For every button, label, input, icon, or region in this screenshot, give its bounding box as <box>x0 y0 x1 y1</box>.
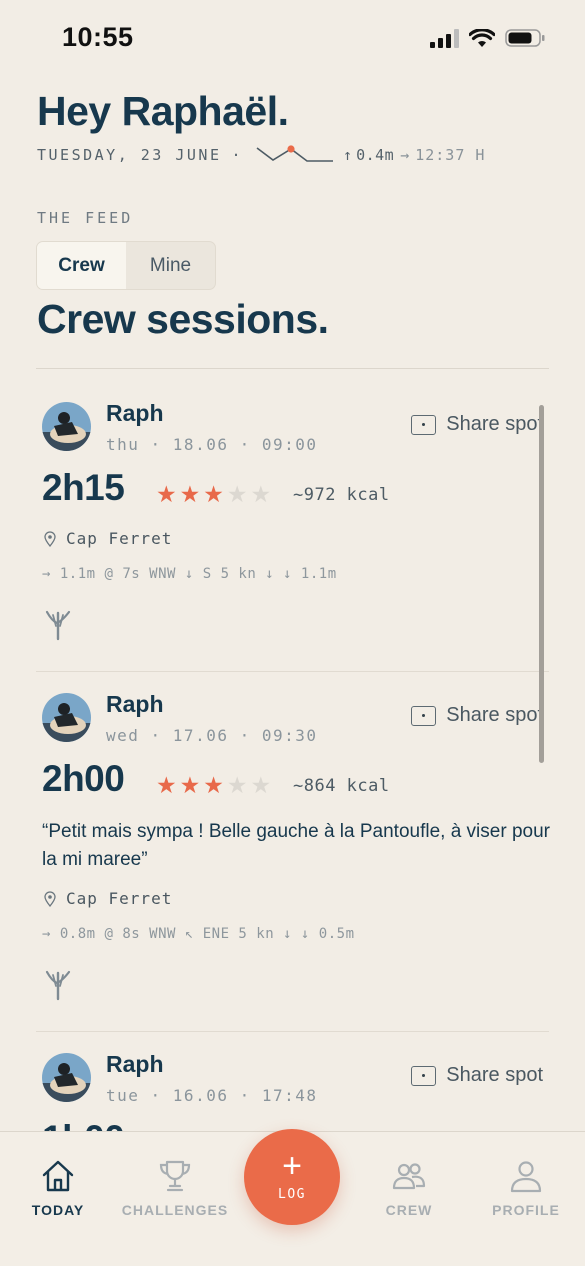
status-bar: 10:55 <box>0 0 585 80</box>
star-icon: ★ <box>179 772 201 798</box>
star-icon: ★ <box>203 481 224 507</box>
share-spot-label: Share spot <box>446 1064 543 1086</box>
tide-arrow-up: ↑ <box>343 146 353 164</box>
share-spot-button[interactable]: Share spot <box>411 704 543 727</box>
map-pin-box-icon <box>411 414 437 435</box>
wifi-icon <box>469 28 495 47</box>
tab-label: CREW <box>385 1202 433 1218</box>
tab-label: TODAY <box>31 1202 85 1218</box>
location-name: Cap Ferret <box>66 529 173 548</box>
date-text: TUESDAY, 23 JUNE <box>37 146 222 164</box>
signal-icon <box>430 28 459 48</box>
session-duration: 2h15 <box>42 467 125 508</box>
session-datetime: wed · 17.06 · 09:30 <box>106 726 318 745</box>
avatar[interactable] <box>42 402 91 451</box>
share-spot-button[interactable]: Share spot <box>411 413 543 436</box>
username[interactable]: Raph <box>106 1051 164 1078</box>
star-icon: ★ <box>250 481 272 507</box>
tide-height: 0.4m <box>356 146 395 164</box>
calories: ~864 kcal <box>293 776 390 796</box>
tab-mine[interactable]: Mine <box>126 242 215 289</box>
conditions: → 1.1m @ 7s WNW ↓ S 5 kn ↓ ↓ 1.1m <box>42 566 337 582</box>
home-icon <box>42 1160 74 1192</box>
map-pin-box-icon <box>411 1065 437 1086</box>
avatar[interactable] <box>42 693 91 742</box>
session-note: “Petit mais sympa ! Belle gauche à la Pa… <box>42 821 550 870</box>
star-icon: ★ <box>179 481 201 507</box>
log-session-button[interactable]: + LOG <box>244 1129 340 1225</box>
tide-time: 12:37 H <box>415 146 486 164</box>
separator: · <box>231 146 244 164</box>
tab-crew-nav[interactable]: CREW <box>354 1158 464 1218</box>
star-icon: ★ <box>156 772 177 798</box>
log-label: LOG <box>278 1187 306 1202</box>
share-spot-button[interactable]: Share spot <box>411 1064 543 1087</box>
share-spot-label: Share spot <box>446 704 543 726</box>
tab-challenges[interactable]: CHALLENGES <box>120 1158 230 1218</box>
star-icon: ★ <box>203 772 224 798</box>
share-spot-label: Share spot <box>446 413 543 435</box>
avatar[interactable] <box>42 1053 91 1102</box>
greeting-title: Hey Raphaël. <box>37 88 289 134</box>
date-tide-line: TUESDAY, 23 JUNE · ↑ 0.4m → 12:37 H <box>37 144 485 166</box>
username[interactable]: Raph <box>106 400 164 427</box>
battery-icon <box>505 29 545 47</box>
session-datetime: tue · 16.06 · 17:48 <box>106 1086 318 1105</box>
star-icon: ★ <box>156 481 177 507</box>
feed-segmented-control: Crew Mine <box>36 241 216 290</box>
star-icon: ★ <box>226 481 248 507</box>
session-duration: 1h00 <box>42 1118 125 1131</box>
session-datetime: thu · 18.06 · 09:00 <box>106 435 318 454</box>
location-pin-icon <box>44 890 56 907</box>
map-pin-box-icon <box>411 705 437 726</box>
conditions: → 0.8m @ 8s WNW ↖ ENE 5 kn ↓ ↓ 0.5m <box>42 926 355 942</box>
tab-label: PROFILE <box>492 1202 560 1218</box>
star-icon: ★ <box>250 772 272 798</box>
tide-curve-icon <box>256 145 334 162</box>
status-time: 10:55 <box>62 22 134 52</box>
surfboard-fin-icon <box>45 610 71 641</box>
star-icon: ★ <box>226 772 248 798</box>
calories: ~972 kcal <box>293 485 390 505</box>
trophy-icon <box>159 1160 191 1192</box>
location: Cap Ferret <box>44 529 172 548</box>
surfboard-fin-icon <box>45 970 71 1001</box>
card-divider <box>36 1031 549 1032</box>
rating-stars: ★ ★ ★ ★ ★ <box>156 481 271 508</box>
section-title: Crew sessions. <box>37 296 329 342</box>
next-arrow: → <box>400 146 410 164</box>
session-feed[interactable]: Raph thu · 18.06 · 09:00 Share spot 2h15… <box>0 369 585 1131</box>
session-duration: 2h00 <box>42 758 125 799</box>
location: Cap Ferret <box>44 889 172 908</box>
profile-icon <box>510 1161 542 1193</box>
tab-label: CHALLENGES <box>121 1202 229 1218</box>
location-pin-icon <box>44 530 56 547</box>
username[interactable]: Raph <box>106 691 164 718</box>
plus-icon: + <box>282 1147 302 1185</box>
scrollbar[interactable] <box>539 405 544 763</box>
crew-icon <box>392 1163 426 1190</box>
card-divider <box>36 671 549 672</box>
tab-today[interactable]: TODAY <box>3 1158 113 1218</box>
location-name: Cap Ferret <box>66 889 173 908</box>
tab-profile[interactable]: PROFILE <box>471 1158 581 1218</box>
status-icons <box>430 28 545 48</box>
feed-label: THE FEED <box>37 209 134 227</box>
tab-crew[interactable]: Crew <box>37 242 126 289</box>
rating-stars: ★ ★ ★ ★ ★ <box>156 772 271 799</box>
